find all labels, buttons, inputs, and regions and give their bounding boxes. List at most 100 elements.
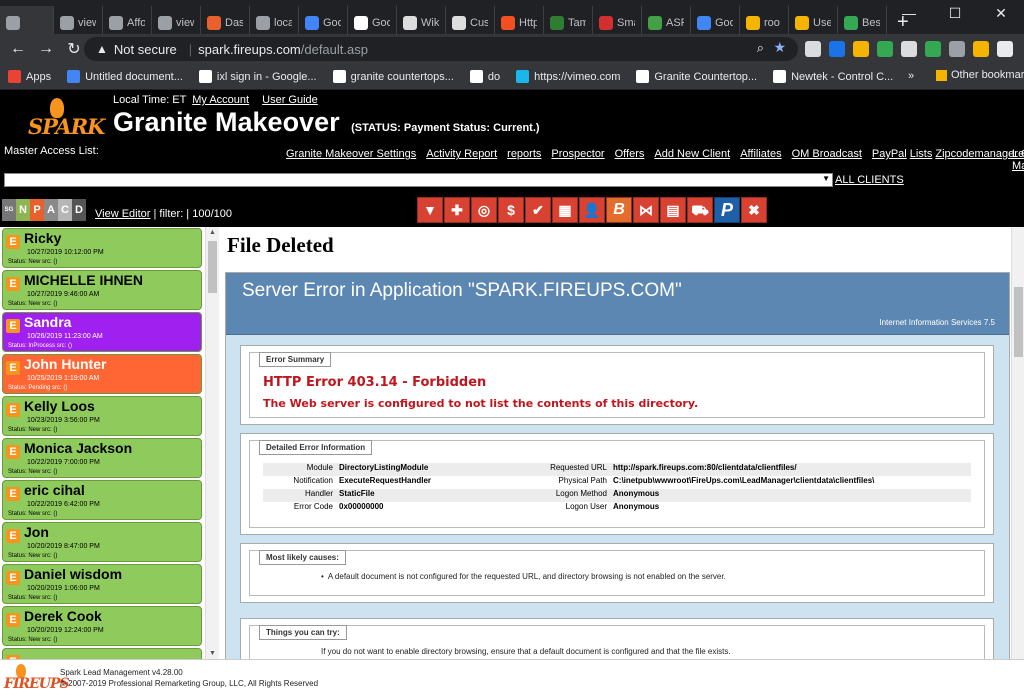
forward-icon[interactable]: →	[32, 40, 60, 58]
user-guide-link[interactable]: User Guide	[262, 94, 318, 106]
lead-card[interactable]: E MICHELLE IHNEN 10/27/2019 9:46:00 AM Stat…	[2, 270, 202, 310]
bookmark-item[interactable]: https://vimeo.com	[508, 70, 628, 83]
tab-favicon-icon	[452, 16, 466, 30]
bookmark-label: Untitled document...	[85, 70, 183, 83]
nav-link[interactable]: Activity Report	[426, 148, 497, 160]
lead-edit-icon[interactable]: E	[6, 487, 20, 501]
detail-value: http://spark.fireups.com:80/clientdata/c…	[613, 463, 797, 472]
bookmark-item[interactable]: ixl sign in - Google...	[191, 70, 325, 83]
bookmark-item[interactable]: Untitled document...	[59, 70, 191, 83]
lead-card[interactable]: E Ricky 10/27/2019 10:12:00 PM Status: New …	[2, 228, 202, 268]
lead-edit-icon[interactable]: E	[6, 319, 20, 333]
master-access-select[interactable]: ▼	[4, 173, 833, 187]
dollar-icon[interactable]: $	[498, 197, 524, 223]
close-window-button[interactable]: ✕	[978, 0, 1024, 28]
scroll-up-icon[interactable]: ▲	[209, 229, 216, 236]
lead-card[interactable]: E Kelly Loos 10/23/2019 3:56:00 PM Status: …	[2, 396, 202, 436]
lead-date: 10/23/2019 3:56:00 PM	[27, 417, 100, 424]
lead-card[interactable]: E Derek Cook 10/20/2019 12:24:00 PM Status:…	[2, 606, 202, 646]
document-icon[interactable]: ▤	[660, 197, 686, 223]
extension-icon[interactable]	[973, 41, 989, 57]
lead-edit-icon[interactable]: E	[6, 361, 20, 375]
truck-icon[interactable]: ⛟	[687, 197, 713, 223]
address-bar[interactable]: ▲ Not secure | spark.fireups.com/default…	[84, 37, 798, 61]
lead-edit-icon[interactable]: E	[6, 445, 20, 459]
lead-card[interactable]: Eeric cihal 10/22/2019 6:42:00 PM Status: …	[2, 480, 202, 520]
nav-link[interactable]: Affiliates	[740, 148, 781, 160]
bookmark-item[interactable]: Apps	[0, 70, 59, 83]
lead-edit-icon[interactable]: E	[6, 235, 20, 249]
lead-card[interactable]: E John Hunter 10/25/2019 1:19:00 AM Status:…	[2, 354, 202, 394]
scroll-down-icon[interactable]: ▼	[209, 650, 216, 657]
nav-link[interactable]: Granite Makeover Settings	[286, 148, 416, 160]
lead-edit-icon[interactable]: E	[6, 277, 20, 291]
bookmark-item[interactable]: Newtek - Control C...	[765, 70, 901, 83]
scroll-thumb[interactable]	[1014, 287, 1023, 357]
status-filter-sg[interactable]: SG	[2, 199, 16, 221]
nav-link[interactable]: Prospector	[551, 148, 604, 160]
b-icon[interactable]: B	[606, 197, 632, 223]
lead-list-scrollbar[interactable]: ▲ ▼	[205, 227, 219, 659]
lead-edit-icon[interactable]: E	[6, 613, 20, 627]
lead-card[interactable]: E Jon 10/20/2019 8:47:00 PM Status: New src…	[2, 522, 202, 562]
my-account-link[interactable]: My Account	[192, 94, 249, 106]
bookmark-star-icon[interactable]: ★	[773, 39, 786, 56]
user-icon[interactable]: 👤	[579, 197, 605, 223]
detail-key: Module	[306, 463, 333, 472]
bookmarks-overflow-button[interactable]: »	[908, 70, 914, 82]
bookmark-label: Apps	[26, 70, 52, 83]
close-icon[interactable]: ✖	[741, 197, 767, 223]
target-icon[interactable]: ◎	[471, 197, 497, 223]
status-filter-p[interactable]: P	[30, 199, 44, 221]
plus-icon[interactable]: ✚	[444, 197, 470, 223]
all-clients-link[interactable]: ALL CLIENTS	[835, 174, 904, 186]
lead-card[interactable]: E Sandra 10/26/2019 11:23:00 AM Status: InP…	[2, 312, 202, 352]
main-scrollbar[interactable]	[1011, 227, 1024, 659]
checklist-icon[interactable]: ✔	[525, 197, 551, 223]
lead-date: 10/20/2019 12:24:00 PM	[27, 627, 104, 634]
lead-edit-icon[interactable]: E	[6, 529, 20, 543]
lead-card[interactable]: E Daniel wisdom 10/20/2019 1:06:00 PM Statu…	[2, 564, 202, 604]
extension-icon[interactable]	[877, 41, 893, 57]
extension-icon[interactable]	[829, 41, 845, 57]
zoom-icon[interactable]: ⌕	[757, 40, 764, 56]
lead-card[interactable]: E Monica Jackson 10/22/2019 7:00:00 PM Stat…	[2, 438, 202, 478]
maximize-button[interactable]: ☐	[932, 0, 978, 28]
nav-link[interactable]: Lists	[910, 148, 933, 160]
nav-link[interactable]: Add New Client	[654, 148, 730, 160]
bookmark-item[interactable]: do	[462, 70, 508, 83]
extension-icon[interactable]	[853, 41, 869, 57]
status-filter-a[interactable]: A	[44, 199, 58, 221]
paypal-icon[interactable]: P	[714, 197, 740, 223]
bookmark-item[interactable]: Granite Countertop...	[628, 70, 765, 83]
extension-icon[interactable]	[949, 41, 965, 57]
nav-link[interactable]: Zipcodemanager	[935, 148, 1018, 160]
minimize-button[interactable]: —	[886, 0, 932, 28]
status-filter-d[interactable]: D	[72, 199, 86, 221]
lead-edit-icon[interactable]: E	[6, 403, 20, 417]
bookmark-item[interactable]: granite countertops...	[325, 70, 462, 83]
merge-icon[interactable]: ⋈	[633, 197, 659, 223]
nav-link[interactable]: Mana	[1012, 160, 1024, 172]
spark-logo-text: SPARK	[28, 114, 105, 139]
view-editor-link[interactable]: View Editor	[95, 208, 150, 220]
nav-link[interactable]: Le	[1012, 148, 1024, 160]
extension-icon[interactable]	[925, 41, 941, 57]
extension-icon[interactable]	[901, 41, 917, 57]
nav-link[interactable]: OM Broadcast	[792, 148, 862, 160]
lead-edit-icon[interactable]: E	[6, 571, 20, 585]
status-filter-c[interactable]: C	[58, 199, 72, 221]
bookmark-list: Apps Untitled document... ixl sign in - Go…	[0, 70, 901, 83]
extension-icon[interactable]	[805, 41, 821, 57]
profile-avatar[interactable]	[997, 41, 1013, 57]
scroll-thumb[interactable]	[208, 241, 217, 293]
nav-link[interactable]: Offers	[615, 148, 645, 160]
funnel-icon[interactable]: ▼	[417, 197, 443, 223]
back-icon[interactable]: ←	[4, 40, 32, 58]
grid-icon[interactable]: ▦	[552, 197, 578, 223]
nav-link[interactable]: PayPal	[872, 148, 907, 160]
nav-link[interactable]: reports	[507, 148, 541, 160]
other-bookmarks[interactable]: Other bookmarks	[936, 69, 1024, 81]
status-filter-n[interactable]: N	[16, 199, 30, 221]
lead-card[interactable]: E	[2, 648, 202, 659]
